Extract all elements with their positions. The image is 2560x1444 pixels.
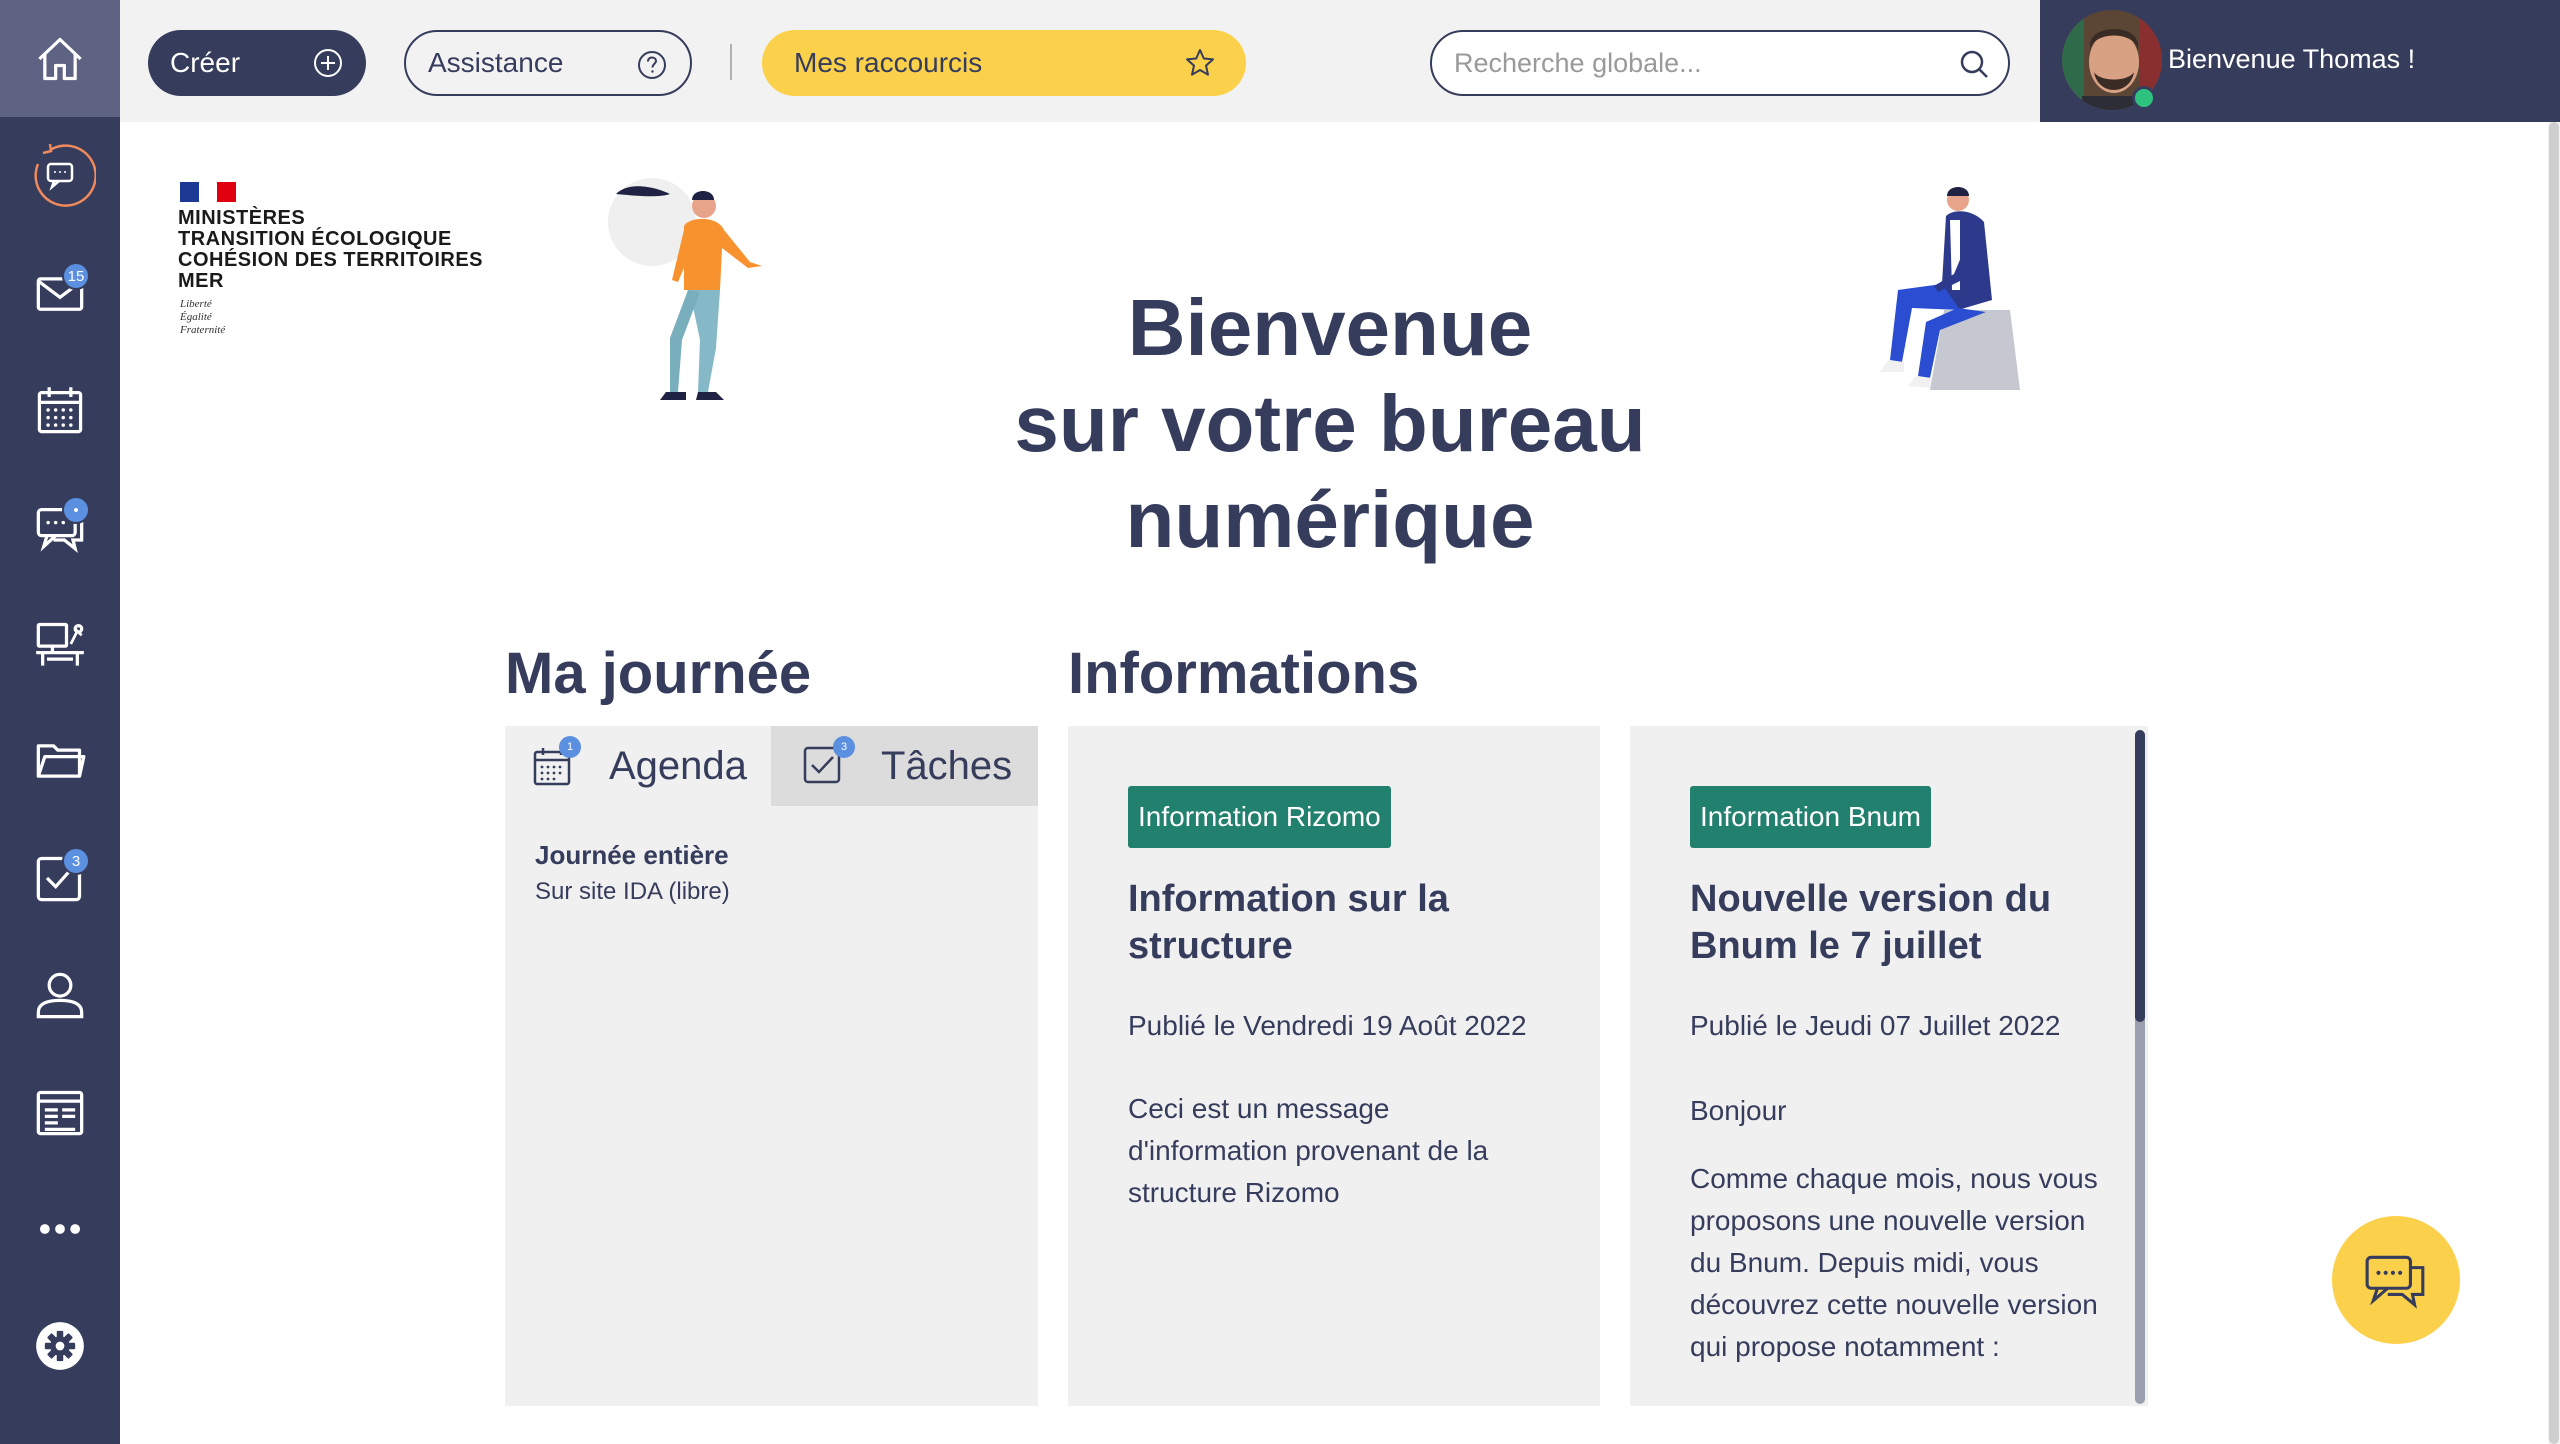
info-card-greeting: Bonjour	[1690, 1095, 1787, 1126]
sidebar-item-more[interactable]	[0, 1170, 120, 1287]
tasks-count-badge: 3	[833, 736, 855, 758]
sidebar-item-chat-history[interactable]	[0, 117, 120, 234]
messaging-badge: •	[62, 496, 90, 524]
info-tag: Information Rizomo	[1128, 786, 1391, 848]
home-icon	[38, 37, 82, 80]
tasks-count-badge: 3	[62, 847, 90, 875]
toolbar-divider	[730, 44, 732, 80]
sidebar-item-documents[interactable]	[0, 702, 120, 819]
info-tag: Information Bnum	[1690, 786, 1931, 848]
ministry-name: MINISTÈRES TRANSITION ÉCOLOGIQUE COHÉSIO…	[178, 207, 484, 292]
tab-agenda[interactable]: 1 Agenda	[505, 726, 771, 806]
info-card-scrollbar[interactable]	[2135, 730, 2145, 1404]
chat-floating-button[interactable]	[2332, 1216, 2460, 1344]
sidebar-item-mail[interactable]: 15	[0, 234, 120, 351]
user-icon	[36, 972, 84, 1018]
global-search	[1430, 30, 2010, 96]
my-day-panel: 1 Agenda 3 Tâches Journée entière Sur si…	[505, 726, 1038, 1406]
agenda-count-badge: 1	[559, 736, 581, 758]
info-card-date: Publié le Jeudi 07 Juillet 2022	[1690, 1010, 2061, 1041]
create-button-label: Créer	[170, 47, 241, 78]
event-title[interactable]: Journée entière	[535, 840, 729, 871]
sidebar-item-tasks[interactable]: 3	[0, 819, 120, 936]
info-card-body: Ceci est un message d'information proven…	[1128, 1093, 1489, 1208]
info-card-date: Publié le Vendredi 19 Août 2022	[1128, 1010, 1527, 1041]
chat-refresh-icon	[34, 143, 96, 207]
sidebar-item-messaging[interactable]: •	[0, 468, 120, 585]
french-flag-icon	[180, 182, 237, 202]
info-card-scrollbar-thumb[interactable]	[2135, 730, 2145, 1022]
man-sitting-illustration-icon	[1880, 187, 2020, 390]
user-welcome-text: Bienvenue Thomas !	[2168, 44, 2416, 74]
presence-status-indicator	[2132, 86, 2156, 110]
page-scrollbar[interactable]	[2548, 122, 2560, 1444]
tab-tasks[interactable]: 3 Tâches	[771, 726, 1038, 806]
news-icon	[36, 1090, 84, 1135]
more-dots-icon	[39, 1223, 81, 1234]
assistance-button-label: Assistance	[428, 47, 564, 78]
sidebar-item-home[interactable]	[0, 0, 120, 117]
sidebar-item-workspace[interactable]	[0, 585, 120, 702]
tab-tasks-label: Tâches	[881, 743, 1013, 788]
sidebar: 15 • 3	[0, 0, 120, 1444]
tab-agenda-label: Agenda	[609, 743, 747, 788]
informations-title: Informations	[1068, 641, 1420, 706]
ministry-logo: MINISTÈRES TRANSITION ÉCOLOGIQUE COHÉSIO…	[178, 180, 508, 350]
info-card-body: Comme chaque mois, nous vous proposons u…	[1690, 1163, 2098, 1362]
mail-count-badge: 15	[62, 262, 90, 290]
hero-title: Bienvenue sur votre bureau numérique	[1014, 283, 1646, 564]
republic-motto: Liberté Égalité Fraternité	[180, 298, 226, 336]
info-card[interactable]: Information Bnum Nouvelle version du Bnu…	[1630, 726, 2148, 1406]
info-card[interactable]: Information Rizomo Information sur la st…	[1068, 726, 1600, 1406]
create-button[interactable]: Créer	[148, 30, 366, 96]
folder-icon	[36, 743, 86, 778]
event-location: Sur site IDA (libre)	[535, 878, 730, 905]
plus-circle-icon	[314, 49, 342, 77]
sidebar-item-contacts[interactable]	[0, 936, 120, 1053]
sidebar-item-settings[interactable]	[0, 1287, 120, 1404]
gear-icon	[36, 1321, 84, 1370]
my-day-title: Ma journée	[505, 641, 812, 706]
sidebar-item-calendar[interactable]	[0, 351, 120, 468]
search-input[interactable]	[1454, 32, 1934, 94]
woman-pointing-illustration-icon	[608, 178, 762, 400]
shortcuts-button[interactable]: Mes raccourcis	[762, 30, 1246, 96]
info-card-title[interactable]: Nouvelle version du Bnum le 7 juillet	[1690, 876, 2110, 970]
chat-icon	[2365, 1255, 2425, 1309]
calendar-icon	[37, 386, 83, 433]
top-toolbar: Créer Assistance Mes raccourcis	[120, 0, 2040, 122]
sidebar-item-news[interactable]	[0, 1053, 120, 1170]
search-icon[interactable]	[1958, 48, 1990, 80]
star-icon	[1186, 49, 1214, 76]
assistance-button[interactable]: Assistance	[404, 30, 692, 96]
desk-icon	[36, 622, 84, 666]
user-area[interactable]: Bienvenue Thomas !	[2040, 0, 2560, 122]
shortcuts-button-label: Mes raccourcis	[794, 47, 983, 78]
help-circle-icon	[638, 51, 666, 79]
info-card-title[interactable]: Information sur la structure	[1128, 876, 1548, 970]
page-scrollbar-thumb[interactable]	[2549, 122, 2559, 1444]
